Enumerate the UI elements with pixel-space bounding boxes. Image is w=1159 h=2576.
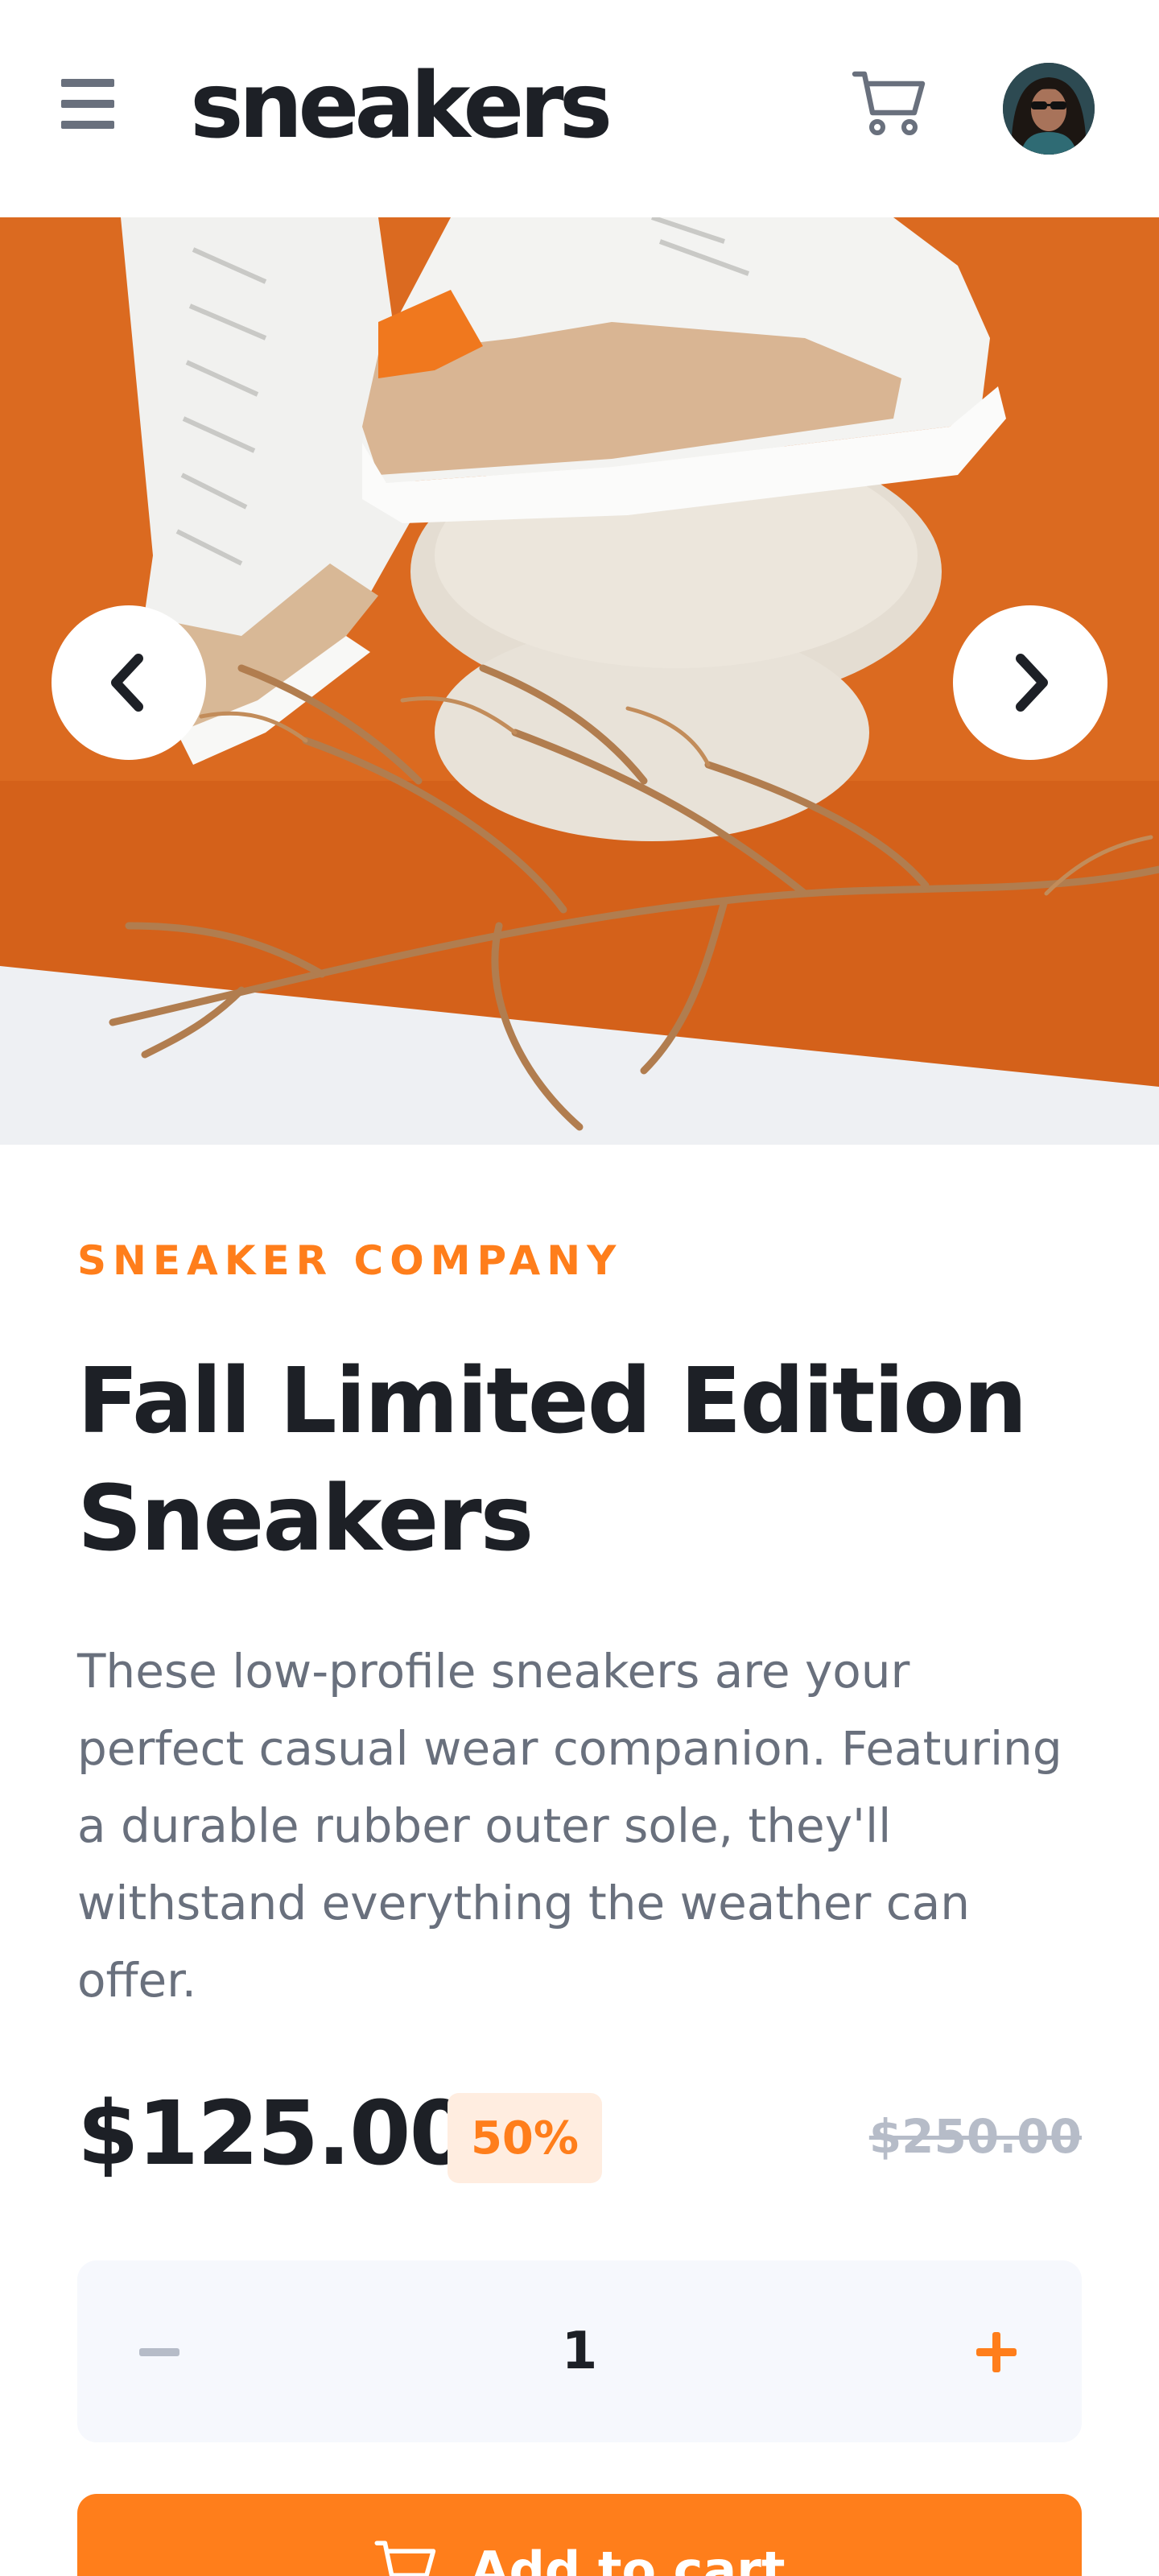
product-gallery [0, 217, 1159, 1145]
product-title: Fall Limited Edition Sneakers [77, 1349, 1028, 1571]
chevron-right-icon [1016, 654, 1048, 712]
company-name: SNEAKER COMPANY [77, 1237, 623, 1284]
menu-icon[interactable] [61, 79, 118, 130]
product-description: These low-profile sneakers are your perf… [77, 1644, 1062, 2008]
discount-badge: 50% [448, 2093, 602, 2183]
avatar[interactable] [1003, 63, 1095, 155]
logo[interactable]: sneakers [190, 50, 612, 163]
quantity-value: 1 [561, 2322, 598, 2381]
site-header: sneakers [0, 0, 1159, 217]
next-image-button[interactable] [953, 605, 1107, 760]
previous-image-button[interactable] [52, 605, 206, 760]
current-price: $125.00 [77, 2082, 471, 2185]
cart-icon[interactable] [852, 69, 929, 138]
quantity-stepper: 1 [77, 2260, 1082, 2442]
minus-icon [139, 2348, 179, 2356]
original-price: $250.00 [868, 2109, 1082, 2164]
decrease-quantity-button[interactable] [129, 2322, 190, 2383]
add-to-cart-label: Add to cart [470, 2541, 786, 2576]
add-to-cart-button[interactable]: Add to cart [77, 2494, 1082, 2576]
chevron-left-icon [111, 654, 143, 712]
increase-quantity-button[interactable] [966, 2322, 1027, 2383]
cart-icon [374, 2541, 435, 2576]
price-row: $125.00 50% $250.00 [77, 2082, 1082, 2185]
